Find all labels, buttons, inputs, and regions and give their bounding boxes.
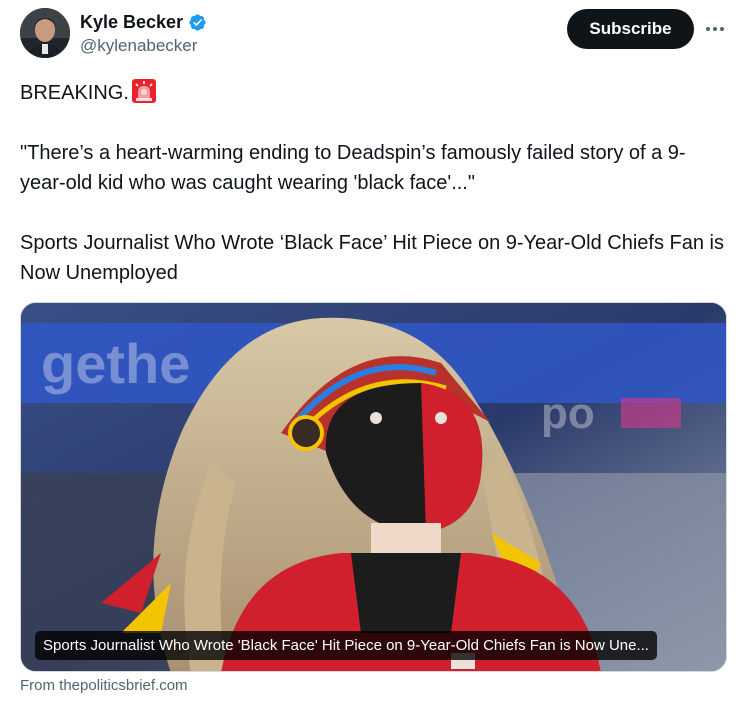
verified-badge-icon bbox=[188, 13, 207, 32]
avatar[interactable] bbox=[20, 8, 70, 58]
avatar-photo-icon bbox=[20, 8, 70, 58]
police-siren-icon bbox=[131, 78, 157, 104]
svg-text:po: po bbox=[541, 389, 595, 438]
tweet-header: Kyle Becker @kylenabecker Subscribe bbox=[20, 8, 730, 64]
svg-text:gethe: gethe bbox=[41, 332, 190, 395]
source-link[interactable]: From thepoliticsbrief.com bbox=[20, 677, 188, 694]
breaking-text: BREAKING. bbox=[20, 82, 129, 104]
display-name[interactable]: Kyle Becker bbox=[80, 12, 183, 33]
headline-paragraph: Sports Journalist Who Wrote ‘Black Face’… bbox=[20, 232, 730, 284]
ellipsis-icon[interactable] bbox=[704, 18, 726, 40]
tweet-text: BREAKING. "There’s a heart-warming endin… bbox=[20, 78, 730, 288]
link-card[interactable]: gethe po Sports Journalist Who Wrote 'Bl… bbox=[20, 302, 727, 672]
quote-paragraph: "There’s a heart-warming ending to Deads… bbox=[20, 142, 686, 194]
subscribe-button[interactable]: Subscribe bbox=[567, 9, 694, 49]
breaking-line: BREAKING. bbox=[20, 78, 730, 108]
card-caption: Sports Journalist Who Wrote 'Black Face'… bbox=[35, 631, 657, 660]
author-handle[interactable]: @kylenabecker bbox=[80, 36, 207, 56]
author-block[interactable]: Kyle Becker @kylenabecker bbox=[80, 11, 207, 56]
headdress-fan-photo: gethe po bbox=[21, 303, 726, 671]
